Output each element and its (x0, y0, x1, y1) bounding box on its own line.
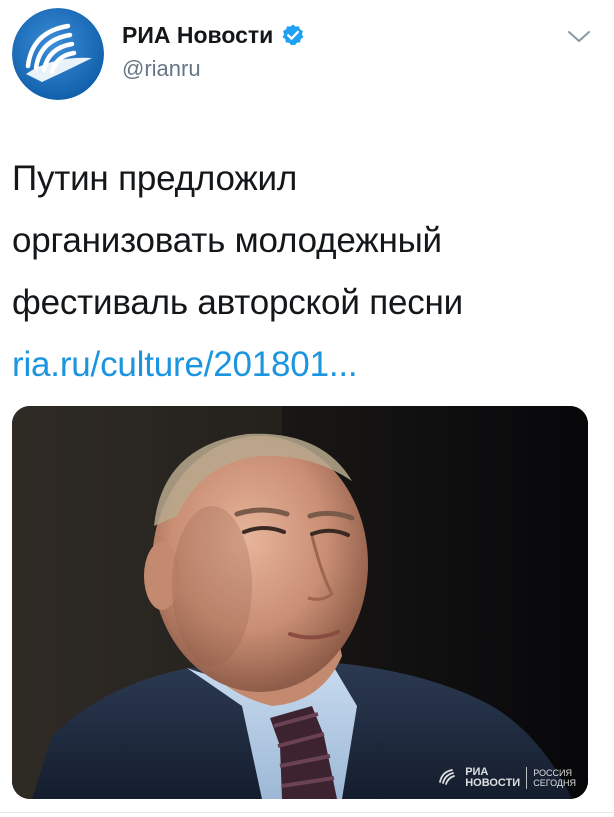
author-display-name[interactable]: РИА Новости (122, 22, 273, 49)
author-name-row: РИА Новости (122, 20, 305, 50)
tweet-text-line: фестиваль авторской песни (12, 283, 463, 322)
tweet-link[interactable]: ria.ru/culture/201801... (12, 334, 592, 396)
tweet-text-line: Путин предложил (12, 159, 298, 198)
watermark-ria-text: РИА НОВОСТИ (465, 767, 520, 789)
verified-badge-icon (281, 23, 305, 47)
watermark-divider (526, 767, 528, 789)
avatar[interactable] (12, 8, 104, 100)
tweet-text: Путин предложил организовать молодежный … (12, 148, 592, 396)
watermark-rossiya-text: РОССИЯ СЕГОДНЯ (533, 768, 576, 788)
tweet-text-line: организовать молодежный (12, 221, 442, 260)
ria-watermark-logo-icon (437, 767, 459, 789)
author-handle[interactable]: @rianru (122, 56, 305, 82)
watermark-line: НОВОСТИ (465, 777, 521, 789)
watermark-line: СЕГОДНЯ (533, 778, 576, 788)
photo-image (12, 406, 588, 799)
divider (0, 812, 614, 813)
ria-watermark: РИА НОВОСТИ РОССИЯ СЕГОДНЯ (437, 767, 576, 789)
tweet-card: РИА Новости @rianru Путин предложил орга… (0, 0, 614, 817)
tweet-media-photo[interactable]: РИА НОВОСТИ РОССИЯ СЕГОДНЯ (12, 406, 588, 799)
ria-novosti-logo-icon (12, 8, 104, 100)
chevron-down-icon[interactable] (564, 26, 594, 48)
tweet-author: РИА Новости @rianru (122, 20, 305, 82)
watermark-line: РОССИЯ (533, 768, 572, 778)
